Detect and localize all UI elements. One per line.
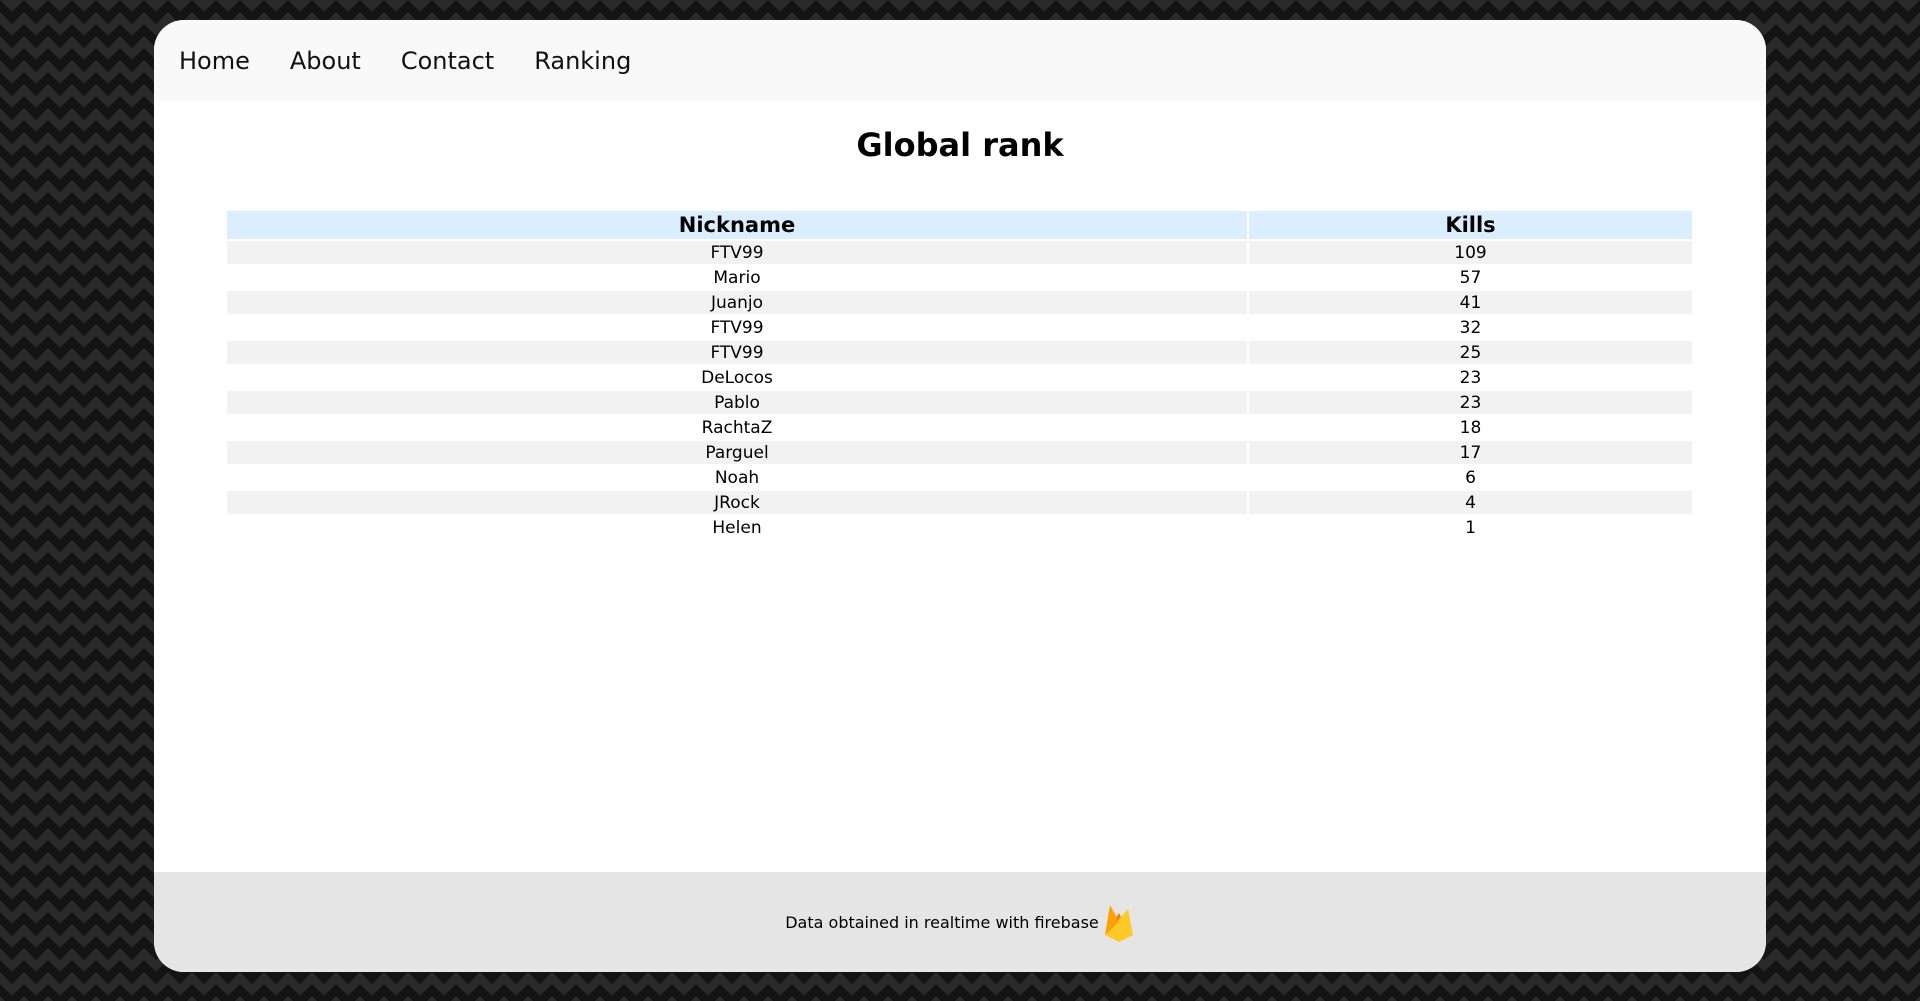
header-nickname: Nickname: [227, 211, 1247, 239]
firebase-icon: [1103, 901, 1135, 943]
nav-link-about[interactable]: About: [290, 47, 361, 75]
table-row: Juanjo 41: [227, 289, 1692, 314]
cell-kills: 41: [1249, 289, 1692, 314]
table-row: FTV99 109: [227, 239, 1692, 264]
cell-nickname: Juanjo: [227, 289, 1247, 314]
page-title: Global rank: [856, 126, 1064, 164]
footer: Data obtained in realtime with firebase: [154, 872, 1766, 972]
table-row: Noah 6: [227, 464, 1692, 489]
table-row: Helen 1: [227, 514, 1692, 539]
cell-nickname: JRock: [227, 489, 1247, 514]
footer-text: Data obtained in realtime with firebase: [785, 912, 1099, 932]
nav-link-contact[interactable]: Contact: [401, 47, 494, 75]
table-row: DeLocos 23: [227, 364, 1692, 389]
cell-nickname: FTV99: [227, 239, 1247, 264]
cell-nickname: Pablo: [227, 389, 1247, 414]
nav-link-home[interactable]: Home: [179, 47, 250, 75]
ranking-table-body: FTV99 109 Mario 57 Juanjo 41 FTV99 32 FTV99 25 DeL…: [227, 239, 1692, 539]
cell-nickname: RachtaZ: [227, 414, 1247, 439]
main-card: Home About Contact Ranking Global rank N…: [154, 20, 1766, 972]
cell-kills: 32: [1249, 314, 1692, 339]
table-row: RachtaZ 18: [227, 414, 1692, 439]
cell-kills: 23: [1249, 389, 1692, 414]
nav-link-ranking[interactable]: Ranking: [534, 47, 631, 75]
ranking-table: Nickname Kills FTV99 109 Mario 57 Juanjo 41 FT…: [225, 211, 1694, 539]
cell-kills: 23: [1249, 364, 1692, 389]
cell-nickname: FTV99: [227, 339, 1247, 364]
table-row: Parguel 17: [227, 439, 1692, 464]
cell-kills: 25: [1249, 339, 1692, 364]
cell-nickname: Noah: [227, 464, 1247, 489]
cell-nickname: Parguel: [227, 439, 1247, 464]
main-content: Global rank Nickname Kills FTV99 109 Mario…: [154, 101, 1766, 892]
cell-kills: 17: [1249, 439, 1692, 464]
cell-kills: 6: [1249, 464, 1692, 489]
table-row: FTV99 32: [227, 314, 1692, 339]
table-header-row: Nickname Kills: [227, 211, 1692, 239]
table-row: Pablo 23: [227, 389, 1692, 414]
cell-nickname: FTV99: [227, 314, 1247, 339]
top-nav: Home About Contact Ranking: [154, 20, 1766, 101]
header-kills: Kills: [1249, 211, 1692, 239]
cell-kills: 18: [1249, 414, 1692, 439]
table-row: Mario 57: [227, 264, 1692, 289]
cell-kills: 1: [1249, 514, 1692, 539]
table-row: FTV99 25: [227, 339, 1692, 364]
cell-kills: 57: [1249, 264, 1692, 289]
table-row: JRock 4: [227, 489, 1692, 514]
cell-nickname: DeLocos: [227, 364, 1247, 389]
cell-kills: 4: [1249, 489, 1692, 514]
cell-nickname: Mario: [227, 264, 1247, 289]
cell-nickname: Helen: [227, 514, 1247, 539]
cell-kills: 109: [1249, 239, 1692, 264]
